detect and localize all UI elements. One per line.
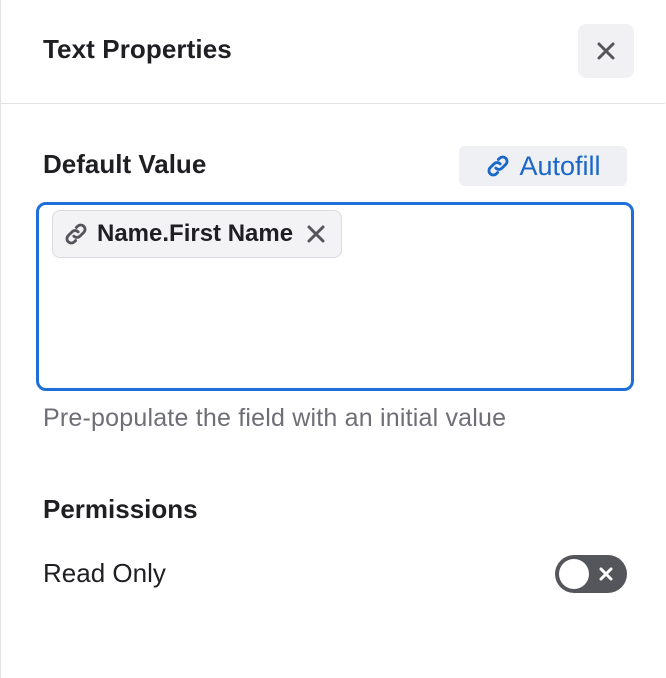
default-value-input[interactable]: Name.First Name bbox=[36, 202, 634, 391]
value-chip[interactable]: Name.First Name bbox=[52, 210, 343, 258]
chip-label: Name.First Name bbox=[97, 220, 294, 247]
default-value-help-text: Pre-populate the field with an initial v… bbox=[43, 404, 507, 432]
autofill-button[interactable]: Autofill bbox=[459, 146, 627, 186]
panel-title: Text Properties bbox=[43, 34, 232, 64]
chip-remove-button[interactable] bbox=[303, 221, 329, 247]
permissions-label: Permissions bbox=[43, 494, 198, 524]
panel-header: Text Properties bbox=[1, 0, 665, 104]
default-value-label: Default Value bbox=[43, 149, 207, 179]
read-only-toggle[interactable] bbox=[555, 555, 627, 593]
autofill-label: Autofill bbox=[519, 150, 601, 181]
link-icon bbox=[65, 223, 87, 245]
read-only-label: Read Only bbox=[43, 558, 166, 588]
text-properties-panel: Text Properties Default Value Autofill N… bbox=[0, 0, 665, 678]
link-icon bbox=[488, 155, 509, 177]
toggle-knob bbox=[559, 559, 589, 589]
close-icon bbox=[307, 225, 325, 243]
close-icon bbox=[597, 42, 615, 60]
close-button[interactable] bbox=[578, 24, 634, 78]
toggle-off-icon bbox=[599, 567, 613, 581]
